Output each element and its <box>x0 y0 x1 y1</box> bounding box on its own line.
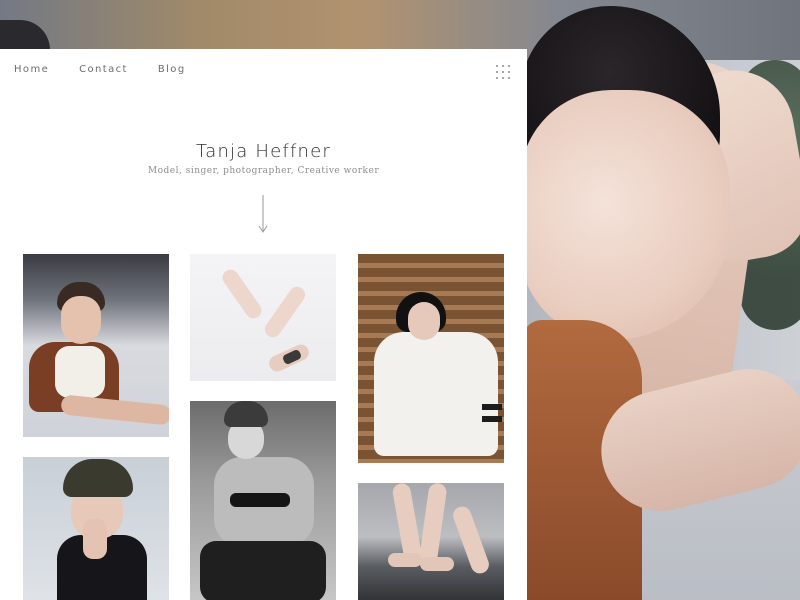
arm-shape <box>60 394 169 426</box>
grid-dot <box>496 77 498 79</box>
sleeve-stripe <box>482 404 502 410</box>
grid-dot <box>502 77 504 79</box>
top-shape <box>55 346 105 398</box>
foot-shape <box>420 557 454 571</box>
page-title: Tanja Heffner <box>196 141 331 162</box>
photo-feet-stones[interactable] <box>358 483 504 600</box>
arrow-down-icon[interactable] <box>257 195 269 235</box>
content-card: Home Contact Blog Tanja Heffner Model, s… <box>0 49 527 600</box>
nav-contact-link[interactable]: Contact <box>79 64 128 78</box>
grid-menu-icon[interactable] <box>496 65 510 79</box>
hand-right-shape <box>261 283 309 341</box>
grid-dot <box>496 65 498 67</box>
nav-blog-link[interactable]: Blog <box>158 64 186 78</box>
turban-shape <box>224 401 268 427</box>
grid-dot <box>496 71 498 73</box>
turban-shape <box>63 459 133 497</box>
foot-shape <box>388 553 422 567</box>
photo-seated-bw[interactable] <box>190 401 336 600</box>
sleeve-stripe <box>482 416 502 422</box>
face-shape <box>61 296 101 344</box>
leg-shape <box>391 483 423 562</box>
grid-dot <box>508 77 510 79</box>
grid-dot <box>502 65 504 67</box>
top-nav: Home Contact Blog <box>14 64 216 78</box>
grid-dot <box>508 71 510 73</box>
leg-shape <box>418 483 448 566</box>
hand-shape <box>83 519 107 559</box>
hand-left-shape <box>219 266 265 322</box>
grid-dot <box>502 71 504 73</box>
pants-shape <box>200 541 326 600</box>
arm-shape <box>450 504 492 576</box>
nav-home-link[interactable]: Home <box>14 64 49 78</box>
page-subtitle: Model, singer, photographer, Creative wo… <box>147 166 380 176</box>
photo-sweater-01[interactable] <box>358 254 504 463</box>
photo-portrait-jacket[interactable] <box>23 254 169 437</box>
top-shape <box>230 493 290 507</box>
photo-hands[interactable] <box>190 254 336 381</box>
grid-dot <box>508 65 510 67</box>
face-shape <box>408 302 440 340</box>
photo-turban-portrait[interactable] <box>23 457 169 600</box>
sweater-shape <box>374 332 498 456</box>
